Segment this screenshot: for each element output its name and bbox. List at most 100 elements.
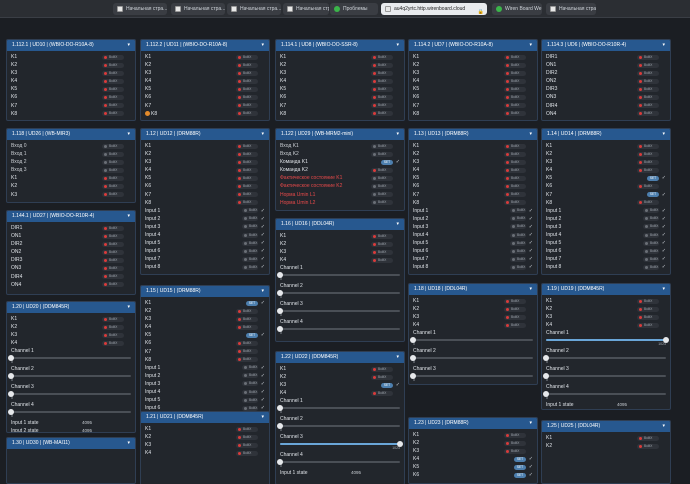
builtin-toggle[interactable]: BuiltX [236,183,258,189]
check-icon[interactable]: ✓ [662,239,666,247]
builtin-toggle[interactable]: BuiltX [504,62,526,68]
builtin-toggle[interactable]: BuiltX [371,62,393,68]
channel-slider[interactable] [277,326,400,333]
builtin-toggle[interactable]: BuiltX [371,111,393,117]
builtin-toggle[interactable]: BuiltX [236,78,258,84]
browser-tab-0[interactable]: Начальная стра... [113,3,167,15]
check-icon[interactable]: ✓ [261,299,265,307]
device-card-header[interactable]: 1.16 | UD16 | (DDL04R) ▾ [276,219,404,230]
builtin-toggle[interactable]: BuiltX [371,233,393,239]
builtin-toggle[interactable]: BuiltX [504,78,526,84]
builtin-toggle[interactable]: BuiltX [102,332,124,338]
builtin-toggle[interactable]: BuiltX [102,62,124,68]
builtin-toggle[interactable]: BuiltX [637,86,659,92]
channel-slider[interactable] [8,355,131,362]
builtin-toggle[interactable]: BuiltX [102,159,124,165]
channel-slider[interactable] [543,355,666,362]
builtin-toggle[interactable]: BuiltX [504,432,526,438]
check-icon[interactable]: ✓ [529,215,533,223]
builtin-toggle[interactable]: BuiltX [236,192,258,198]
builtin-toggle[interactable]: BuiltX [371,167,393,173]
check-icon[interactable]: ✓ [662,191,666,199]
builtin-toggle[interactable]: BuiltX [236,200,258,206]
channel-slider[interactable] [280,441,403,448]
chevron-down-icon[interactable]: ▾ [529,129,532,140]
chevron-down-icon[interactable]: ▾ [529,418,532,429]
browser-tab-6[interactable]: Wiren Board We... [492,3,542,15]
builtin-toggle[interactable]: BuiltX [371,192,393,198]
channel-slider[interactable] [277,272,400,279]
chevron-down-icon[interactable]: ▾ [261,412,264,423]
check-icon[interactable]: ✓ [261,231,265,239]
device-card-header[interactable]: 1.19 | UD19 | (DDM845R) ▾ [542,284,670,295]
chevron-down-icon[interactable]: ▾ [396,352,399,363]
chevron-down-icon[interactable]: ▾ [261,129,264,140]
builtin-toggle[interactable]: BuiltX [102,143,124,149]
check-icon[interactable]: ✓ [529,231,533,239]
builtin-toggle[interactable]: BuiltX [236,143,258,149]
check-icon[interactable]: ✓ [396,158,400,166]
builtin-toggle[interactable]: BuiltX [371,94,393,100]
builtin-toggle[interactable]: BuiltX [637,151,659,157]
builtin-toggle[interactable]: BuiltX [637,314,659,320]
channel-slider[interactable] [277,423,400,430]
chevron-down-icon[interactable]: ▾ [127,302,130,313]
check-icon[interactable]: ✓ [261,331,265,339]
builtin-toggle[interactable]: BuiltX [371,78,393,84]
check-icon[interactable]: ✓ [662,231,666,239]
check-icon[interactable]: ✓ [662,223,666,231]
check-icon[interactable]: ✓ [261,263,265,271]
channel-slider[interactable] [8,391,131,398]
builtin-toggle[interactable]: BuiltX [236,316,258,322]
builtin-toggle[interactable]: BuiltX [102,324,124,330]
device-card-header[interactable]: 1.114.1 | UD8 | (WBIO-DO-SSR-8) ▾ [276,40,404,51]
builtin-toggle[interactable]: BuiltX [371,249,393,255]
builtin-toggle[interactable]: BuiltX [236,434,258,440]
device-card-header[interactable]: 1.12 | UD12 | (DRM88R) ▾ [141,129,269,140]
builtin-toggle[interactable]: BuiltX [637,183,659,189]
device-card-header[interactable]: 1.144.1 | UD27 | (WBIO-DO-R10R-4) ▾ [7,211,135,222]
check-icon[interactable]: ✓ [529,223,533,231]
builtin-toggle[interactable]: BuiltX [236,426,258,432]
builtin-toggle[interactable]: BuiltX [504,94,526,100]
device-card-header[interactable]: 1.18 | UD18 | (DDL04R) ▾ [409,284,537,295]
check-icon[interactable]: ✓ [529,463,533,471]
browser-tab-1[interactable]: Начальная стра... [171,3,225,15]
builtin-toggle[interactable]: BuiltX [236,308,258,314]
builtin-toggle[interactable]: BuiltX [102,86,124,92]
channel-slider[interactable] [277,459,400,466]
builtin-toggle[interactable]: BuiltX [637,306,659,312]
builtin-toggle[interactable]: BuiltX [236,70,258,76]
builtin-toggle[interactable]: BuiltX [637,111,659,117]
channel-slider[interactable] [410,337,533,344]
device-card-header[interactable]: 1.114.2 | UD7 | (WBIO-DO-R10A-8) ▾ [409,40,537,51]
builtin-toggle[interactable]: BuiltX [236,103,258,109]
builtin-toggle[interactable]: BuiltX [236,94,258,100]
device-card-header[interactable]: 1.15 | UD15 | (DRM88R) ▾ [141,286,269,297]
builtin-toggle[interactable]: BuiltX [637,298,659,304]
builtin-toggle[interactable]: BuiltX [504,440,526,446]
builtin-toggle[interactable]: BuiltX [236,357,258,363]
builtin-toggle[interactable]: BuiltX [504,111,526,117]
device-card-header[interactable]: 1.114.3 | UD6 | (WBIO-DO-R10R-4) ▾ [542,40,670,51]
channel-slider[interactable] [277,308,400,315]
check-icon[interactable]: ✓ [529,263,533,271]
set-badge[interactable]: SET [647,175,659,181]
builtin-toggle[interactable]: BuiltX [637,143,659,149]
set-badge[interactable]: SET [381,382,393,388]
builtin-toggle[interactable]: BuiltX [102,175,124,181]
device-card-header[interactable]: 1.122 | UD29 | (WB-MRM2-mini) ▾ [276,129,404,140]
builtin-toggle[interactable]: BuiltX [637,443,659,449]
check-icon[interactable]: ✓ [529,239,533,247]
chevron-down-icon[interactable]: ▾ [662,421,665,432]
check-icon[interactable]: ✓ [662,215,666,223]
builtin-toggle[interactable]: BuiltX [371,151,393,157]
check-icon[interactable]: ✓ [396,381,400,389]
builtin-toggle[interactable]: BuiltX [637,78,659,84]
builtin-toggle[interactable]: BuiltX [637,70,659,76]
builtin-toggle[interactable]: BuiltX [504,306,526,312]
chevron-down-icon[interactable]: ▾ [261,40,264,51]
builtin-toggle[interactable]: BuiltX [504,175,526,181]
builtin-toggle[interactable]: BuiltX [371,86,393,92]
set-badge[interactable]: SET [514,472,526,478]
